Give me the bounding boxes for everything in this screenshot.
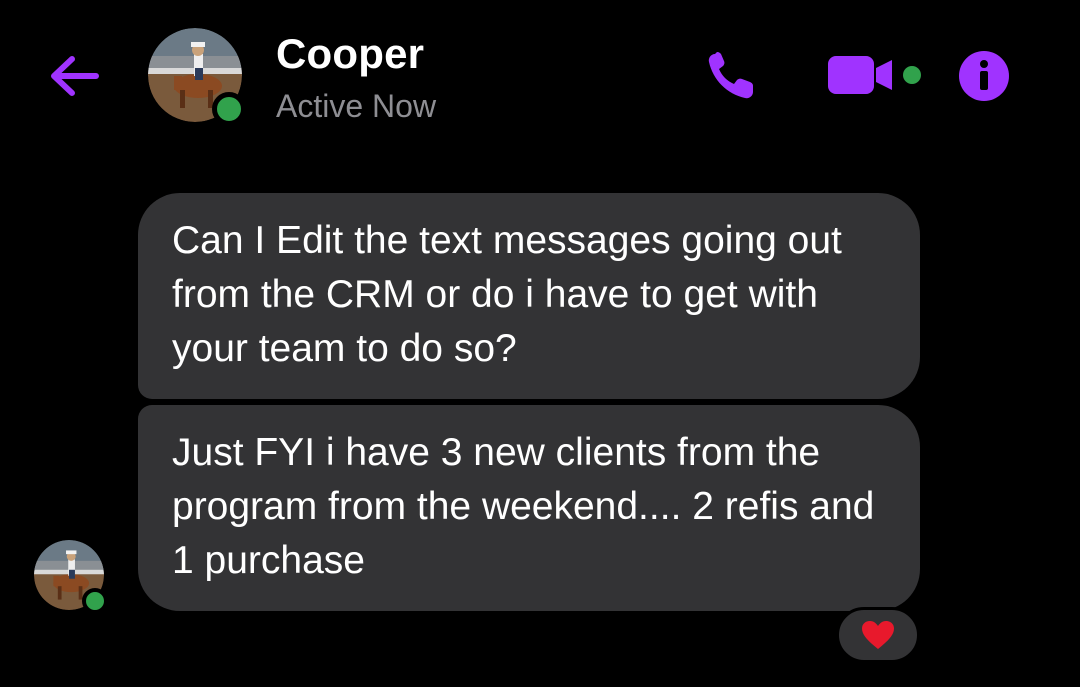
online-status-dot [82, 588, 108, 614]
conversation-info-button[interactable] [956, 50, 1012, 102]
online-status-dot [212, 92, 246, 126]
video-call-button[interactable] [822, 52, 898, 98]
contact-avatar[interactable] [148, 28, 246, 126]
heart-icon [862, 621, 894, 649]
message-bubble[interactable]: Can I Edit the text messages going out f… [138, 193, 920, 399]
active-status: Active Now [276, 88, 437, 124]
video-camera-icon [828, 56, 892, 94]
message-reaction[interactable] [836, 607, 920, 663]
contact-name[interactable]: Cooper [276, 30, 424, 78]
message-bubble[interactable]: Just FYI i have 3 new clients from the p… [138, 405, 920, 611]
back-button[interactable] [46, 50, 102, 102]
sender-avatar[interactable] [34, 540, 108, 614]
back-arrow-icon [51, 56, 99, 96]
phone-icon [708, 52, 753, 99]
info-icon [959, 51, 1009, 101]
video-available-dot [903, 66, 921, 84]
audio-call-button[interactable] [700, 48, 764, 104]
